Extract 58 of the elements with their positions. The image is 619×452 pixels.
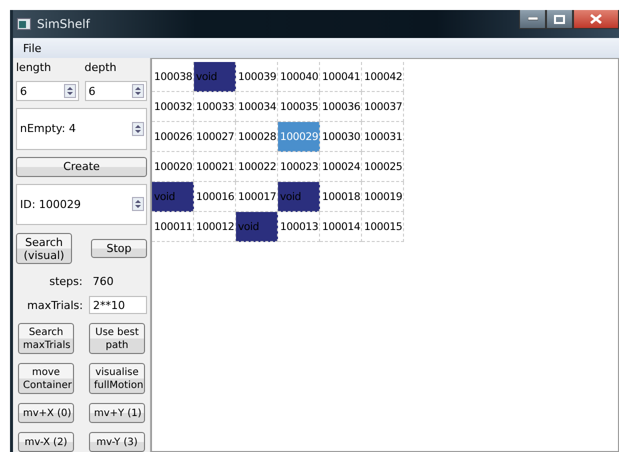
stop-button[interactable]: Stop (91, 239, 147, 258)
create-button[interactable]: Create (16, 156, 147, 176)
shelf-cell[interactable]: 100034 (236, 92, 278, 122)
shelf-cell[interactable]: 100015 (362, 212, 404, 242)
spin-arrows-icon (132, 122, 144, 136)
maximize-button[interactable] (546, 10, 573, 29)
shelf-cell[interactable]: 100032 (152, 92, 194, 122)
max-trials-label: maxTrials: (26, 298, 83, 312)
id-spinbox[interactable]: ID: 100029 (16, 184, 147, 225)
action-button[interactable]: Search maxTrials (18, 323, 74, 354)
shelf-cell[interactable]: 100022 (236, 152, 278, 182)
shelf-cell[interactable]: 100033 (194, 92, 236, 122)
length-spinbox[interactable]: 6 (16, 81, 78, 101)
spin-arrows-icon (64, 84, 76, 98)
shelf-cell[interactable]: 100024 (320, 152, 362, 182)
action-button[interactable]: move Container (18, 363, 74, 394)
action-button[interactable]: visualise fullMotion (89, 363, 145, 394)
window-title: SimShelf (37, 17, 90, 31)
close-icon (590, 14, 602, 24)
shelf-cell[interactable]: 100021 (194, 152, 236, 182)
shelf-cell[interactable]: 100016 (194, 182, 236, 212)
action-button[interactable]: mv+Y (1) (89, 403, 145, 423)
action-button[interactable]: mv-X (2) (18, 432, 74, 452)
shelf-cell[interactable]: 100014 (320, 212, 362, 242)
minimize-button[interactable] (519, 10, 546, 29)
shelf-cell[interactable]: 100039 (236, 62, 278, 92)
spin-arrows-icon (132, 197, 144, 212)
depth-spinbox[interactable]: 6 (84, 81, 147, 101)
close-button[interactable] (573, 10, 619, 29)
shelf-cell[interactable]: 100031 (362, 122, 404, 152)
shelf-cell[interactable]: 100042 (362, 62, 404, 92)
steps-label: steps: (49, 275, 83, 288)
shelf-cell[interactable]: 100011 (152, 212, 194, 242)
shelf-cell[interactable]: 100018 (320, 182, 362, 212)
shelf-cell[interactable]: 100025 (362, 152, 404, 182)
search-button[interactable]: Search (visual) (16, 233, 72, 264)
spin-arrows-icon (132, 84, 144, 98)
shelf-cell[interactable]: 100041 (320, 62, 362, 92)
menu-item[interactable]: File (23, 42, 42, 54)
shelf-cell[interactable]: 100030 (320, 122, 362, 152)
app-icon (17, 18, 31, 30)
shelf-cell[interactable]: 100037 (362, 92, 404, 122)
depth-label: depth (84, 61, 118, 74)
action-button[interactable]: mv-Y (3) (89, 432, 145, 452)
shelf-cell[interactable]: 100027 (194, 122, 236, 152)
shelf-cell[interactable]: 100013 (278, 212, 320, 242)
action-button[interactable]: mv+X (0) (18, 403, 74, 423)
max-trials-field[interactable]: 2**10 (89, 296, 147, 314)
shelf-cell[interactable]: 100036 (320, 92, 362, 122)
maximize-icon (554, 14, 565, 24)
steps-value: 760 (92, 275, 114, 288)
length-label: length (16, 61, 52, 74)
empty-count-spinbox[interactable]: nEmpty: 4 (16, 108, 147, 150)
shelf-cell[interactable]: 100040 (278, 62, 320, 92)
action-button[interactable]: Use best path (89, 323, 145, 354)
shelf-cell[interactable]: 100019 (362, 182, 404, 212)
minimize-icon (528, 17, 538, 21)
shelf-cell[interactable]: 100026 (152, 122, 194, 152)
